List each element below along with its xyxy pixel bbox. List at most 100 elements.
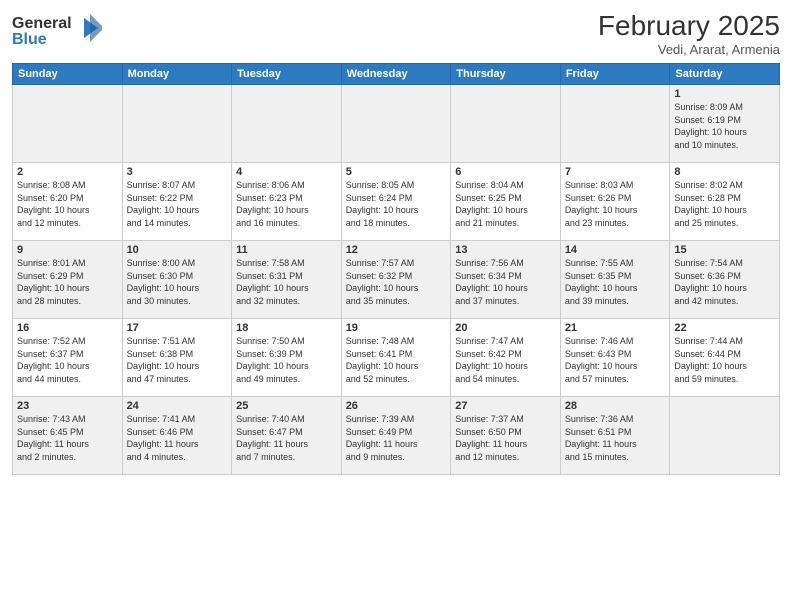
calendar-week-row: 16Sunrise: 7:52 AM Sunset: 6:37 PM Dayli… <box>13 319 780 397</box>
calendar-cell: 24Sunrise: 7:41 AM Sunset: 6:46 PM Dayli… <box>122 397 232 475</box>
day-info: Sunrise: 7:52 AM Sunset: 6:37 PM Dayligh… <box>17 335 118 385</box>
day-number: 1 <box>674 88 775 100</box>
day-number: 4 <box>236 166 337 178</box>
day-number: 14 <box>565 244 666 256</box>
calendar-table: Sunday Monday Tuesday Wednesday Thursday… <box>12 63 780 475</box>
day-number: 22 <box>674 322 775 334</box>
day-number: 5 <box>346 166 447 178</box>
calendar-cell: 5Sunrise: 8:05 AM Sunset: 6:24 PM Daylig… <box>341 163 451 241</box>
calendar-cell: 16Sunrise: 7:52 AM Sunset: 6:37 PM Dayli… <box>13 319 123 397</box>
calendar-cell: 26Sunrise: 7:39 AM Sunset: 6:49 PM Dayli… <box>341 397 451 475</box>
page: General Blue February 2025 Vedi, Ararat,… <box>0 0 792 612</box>
calendar-cell <box>670 397 780 475</box>
calendar-cell: 22Sunrise: 7:44 AM Sunset: 6:44 PM Dayli… <box>670 319 780 397</box>
calendar-cell: 7Sunrise: 8:03 AM Sunset: 6:26 PM Daylig… <box>560 163 670 241</box>
calendar-cell: 19Sunrise: 7:48 AM Sunset: 6:41 PM Dayli… <box>341 319 451 397</box>
day-number: 21 <box>565 322 666 334</box>
day-number: 25 <box>236 400 337 412</box>
day-info: Sunrise: 7:48 AM Sunset: 6:41 PM Dayligh… <box>346 335 447 385</box>
day-info: Sunrise: 7:47 AM Sunset: 6:42 PM Dayligh… <box>455 335 556 385</box>
col-sunday: Sunday <box>13 64 123 85</box>
day-number: 24 <box>127 400 228 412</box>
day-number: 20 <box>455 322 556 334</box>
svg-text:Blue: Blue <box>12 31 47 48</box>
day-number: 28 <box>565 400 666 412</box>
calendar-header-row: Sunday Monday Tuesday Wednesday Thursday… <box>13 64 780 85</box>
calendar-cell: 8Sunrise: 8:02 AM Sunset: 6:28 PM Daylig… <box>670 163 780 241</box>
day-info: Sunrise: 7:50 AM Sunset: 6:39 PM Dayligh… <box>236 335 337 385</box>
calendar-cell <box>232 85 342 163</box>
day-number: 23 <box>17 400 118 412</box>
col-thursday: Thursday <box>451 64 561 85</box>
calendar-cell: 27Sunrise: 7:37 AM Sunset: 6:50 PM Dayli… <box>451 397 561 475</box>
day-number: 11 <box>236 244 337 256</box>
logo: General Blue <box>12 10 102 55</box>
day-number: 9 <box>17 244 118 256</box>
calendar-cell: 3Sunrise: 8:07 AM Sunset: 6:22 PM Daylig… <box>122 163 232 241</box>
calendar-week-row: 9Sunrise: 8:01 AM Sunset: 6:29 PM Daylig… <box>13 241 780 319</box>
calendar-cell <box>560 85 670 163</box>
day-info: Sunrise: 8:02 AM Sunset: 6:28 PM Dayligh… <box>674 179 775 229</box>
calendar-cell: 21Sunrise: 7:46 AM Sunset: 6:43 PM Dayli… <box>560 319 670 397</box>
day-number: 8 <box>674 166 775 178</box>
day-number: 2 <box>17 166 118 178</box>
calendar-cell: 14Sunrise: 7:55 AM Sunset: 6:35 PM Dayli… <box>560 241 670 319</box>
calendar-cell: 13Sunrise: 7:56 AM Sunset: 6:34 PM Dayli… <box>451 241 561 319</box>
calendar-cell: 1Sunrise: 8:09 AM Sunset: 6:19 PM Daylig… <box>670 85 780 163</box>
day-number: 3 <box>127 166 228 178</box>
col-saturday: Saturday <box>670 64 780 85</box>
day-info: Sunrise: 8:08 AM Sunset: 6:20 PM Dayligh… <box>17 179 118 229</box>
day-number: 18 <box>236 322 337 334</box>
day-number: 27 <box>455 400 556 412</box>
calendar-cell: 15Sunrise: 7:54 AM Sunset: 6:36 PM Dayli… <box>670 241 780 319</box>
day-number: 16 <box>17 322 118 334</box>
day-info: Sunrise: 7:56 AM Sunset: 6:34 PM Dayligh… <box>455 257 556 307</box>
day-number: 6 <box>455 166 556 178</box>
day-info: Sunrise: 8:06 AM Sunset: 6:23 PM Dayligh… <box>236 179 337 229</box>
calendar-week-row: 2Sunrise: 8:08 AM Sunset: 6:20 PM Daylig… <box>13 163 780 241</box>
day-info: Sunrise: 7:55 AM Sunset: 6:35 PM Dayligh… <box>565 257 666 307</box>
day-info: Sunrise: 7:39 AM Sunset: 6:49 PM Dayligh… <box>346 413 447 463</box>
calendar-cell: 11Sunrise: 7:58 AM Sunset: 6:31 PM Dayli… <box>232 241 342 319</box>
logo-text: General Blue <box>12 10 102 55</box>
day-info: Sunrise: 8:09 AM Sunset: 6:19 PM Dayligh… <box>674 101 775 151</box>
day-info: Sunrise: 7:44 AM Sunset: 6:44 PM Dayligh… <box>674 335 775 385</box>
calendar-cell <box>341 85 451 163</box>
day-number: 12 <box>346 244 447 256</box>
calendar-cell: 12Sunrise: 7:57 AM Sunset: 6:32 PM Dayli… <box>341 241 451 319</box>
day-number: 7 <box>565 166 666 178</box>
day-number: 19 <box>346 322 447 334</box>
day-info: Sunrise: 7:58 AM Sunset: 6:31 PM Dayligh… <box>236 257 337 307</box>
calendar-cell: 9Sunrise: 8:01 AM Sunset: 6:29 PM Daylig… <box>13 241 123 319</box>
header: General Blue February 2025 Vedi, Ararat,… <box>12 10 780 57</box>
day-number: 17 <box>127 322 228 334</box>
calendar-cell <box>451 85 561 163</box>
day-info: Sunrise: 8:05 AM Sunset: 6:24 PM Dayligh… <box>346 179 447 229</box>
day-info: Sunrise: 7:40 AM Sunset: 6:47 PM Dayligh… <box>236 413 337 463</box>
day-info: Sunrise: 8:00 AM Sunset: 6:30 PM Dayligh… <box>127 257 228 307</box>
calendar-week-row: 1Sunrise: 8:09 AM Sunset: 6:19 PM Daylig… <box>13 85 780 163</box>
col-tuesday: Tuesday <box>232 64 342 85</box>
svg-text:General: General <box>12 15 72 32</box>
location-subtitle: Vedi, Ararat, Armenia <box>598 42 780 57</box>
day-number: 10 <box>127 244 228 256</box>
day-info: Sunrise: 7:43 AM Sunset: 6:45 PM Dayligh… <box>17 413 118 463</box>
month-year-title: February 2025 <box>598 10 780 42</box>
day-number: 26 <box>346 400 447 412</box>
col-friday: Friday <box>560 64 670 85</box>
day-info: Sunrise: 7:36 AM Sunset: 6:51 PM Dayligh… <box>565 413 666 463</box>
day-info: Sunrise: 8:04 AM Sunset: 6:25 PM Dayligh… <box>455 179 556 229</box>
calendar-cell: 17Sunrise: 7:51 AM Sunset: 6:38 PM Dayli… <box>122 319 232 397</box>
day-info: Sunrise: 7:51 AM Sunset: 6:38 PM Dayligh… <box>127 335 228 385</box>
day-number: 13 <box>455 244 556 256</box>
day-info: Sunrise: 8:01 AM Sunset: 6:29 PM Dayligh… <box>17 257 118 307</box>
col-monday: Monday <box>122 64 232 85</box>
day-info: Sunrise: 7:54 AM Sunset: 6:36 PM Dayligh… <box>674 257 775 307</box>
day-info: Sunrise: 7:41 AM Sunset: 6:46 PM Dayligh… <box>127 413 228 463</box>
calendar-cell <box>13 85 123 163</box>
col-wednesday: Wednesday <box>341 64 451 85</box>
calendar-cell: 2Sunrise: 8:08 AM Sunset: 6:20 PM Daylig… <box>13 163 123 241</box>
calendar-week-row: 23Sunrise: 7:43 AM Sunset: 6:45 PM Dayli… <box>13 397 780 475</box>
calendar-cell: 20Sunrise: 7:47 AM Sunset: 6:42 PM Dayli… <box>451 319 561 397</box>
day-number: 15 <box>674 244 775 256</box>
